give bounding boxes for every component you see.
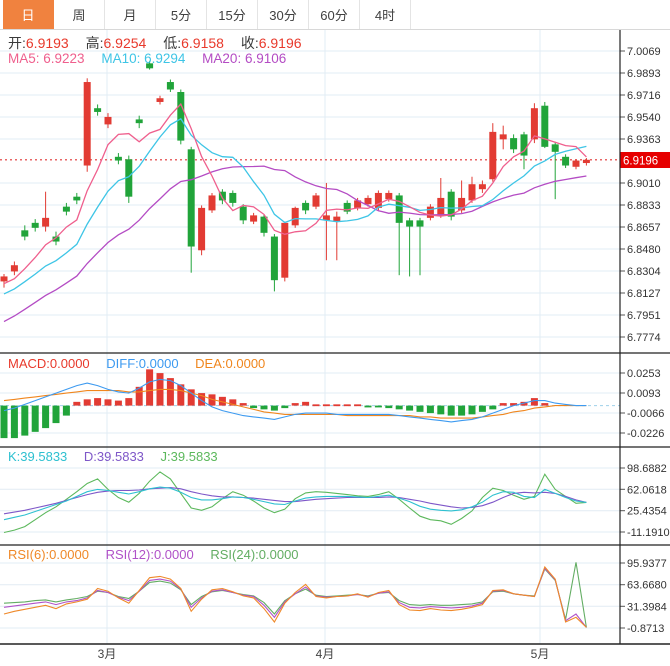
svg-text:3月: 3月 — [98, 647, 117, 661]
current-price-badge: 6.9196 — [620, 152, 670, 168]
rsi-lines — [3, 562, 587, 628]
x-axis-labels: 3月 4月 5月 — [98, 647, 550, 661]
kdj-lines — [3, 471, 587, 534]
svg-text:95.9377: 95.9377 — [627, 558, 667, 570]
svg-text:6.8304: 6.8304 — [627, 266, 661, 278]
svg-text:31.3984: 31.3984 — [627, 601, 667, 613]
macd-histogram — [0, 369, 549, 439]
svg-text:6.9716: 6.9716 — [627, 90, 661, 102]
svg-text:63.6680: 63.6680 — [627, 580, 667, 592]
svg-text:62.0618: 62.0618 — [627, 484, 667, 496]
svg-text:0.0253: 0.0253 — [627, 368, 661, 380]
svg-text:6.7951: 6.7951 — [627, 310, 661, 322]
svg-text:25.4354: 25.4354 — [627, 506, 667, 518]
svg-text:6.9010: 6.9010 — [627, 178, 661, 190]
macd-lines — [3, 378, 587, 423]
svg-text:6.9540: 6.9540 — [627, 112, 661, 124]
svg-text:4月: 4月 — [316, 647, 335, 661]
svg-text:6.9893: 6.9893 — [627, 68, 661, 80]
svg-text:6.8480: 6.8480 — [627, 244, 661, 256]
svg-text:6.9363: 6.9363 — [627, 134, 661, 146]
svg-text:-0.8713: -0.8713 — [627, 623, 664, 635]
svg-text:-0.0226: -0.0226 — [627, 428, 664, 440]
price-panel: 7.0069 6.9893 6.9716 6.9540 6.9363 6.9010 6.88… — [0, 46, 661, 344]
kdj-panel: 98.6882 62.0618 25.4354 -11.1910 — [0, 463, 670, 539]
svg-text:6.8833: 6.8833 — [627, 200, 661, 212]
svg-text:98.6882: 98.6882 — [627, 463, 667, 475]
svg-text:6.9196: 6.9196 — [623, 156, 658, 168]
svg-text:5月: 5月 — [531, 647, 550, 661]
svg-text:-11.1910: -11.1910 — [627, 527, 670, 539]
svg-text:6.7774: 6.7774 — [627, 332, 661, 344]
trading-chart-app: 日周月 5分 15分 30分 60分 4时 7.0069 6.9893 6.9716 6.954… — [0, 0, 670, 666]
svg-text:6.8127: 6.8127 — [627, 288, 661, 300]
svg-text:7.0069: 7.0069 — [627, 46, 661, 58]
svg-text:0.0093: 0.0093 — [627, 388, 661, 400]
svg-text:6.8657: 6.8657 — [627, 222, 661, 234]
chart-canvas[interactable]: 7.0069 6.9893 6.9716 6.9540 6.9363 6.9010 6.88… — [0, 0, 670, 666]
svg-text:-0.0066: -0.0066 — [627, 408, 664, 420]
